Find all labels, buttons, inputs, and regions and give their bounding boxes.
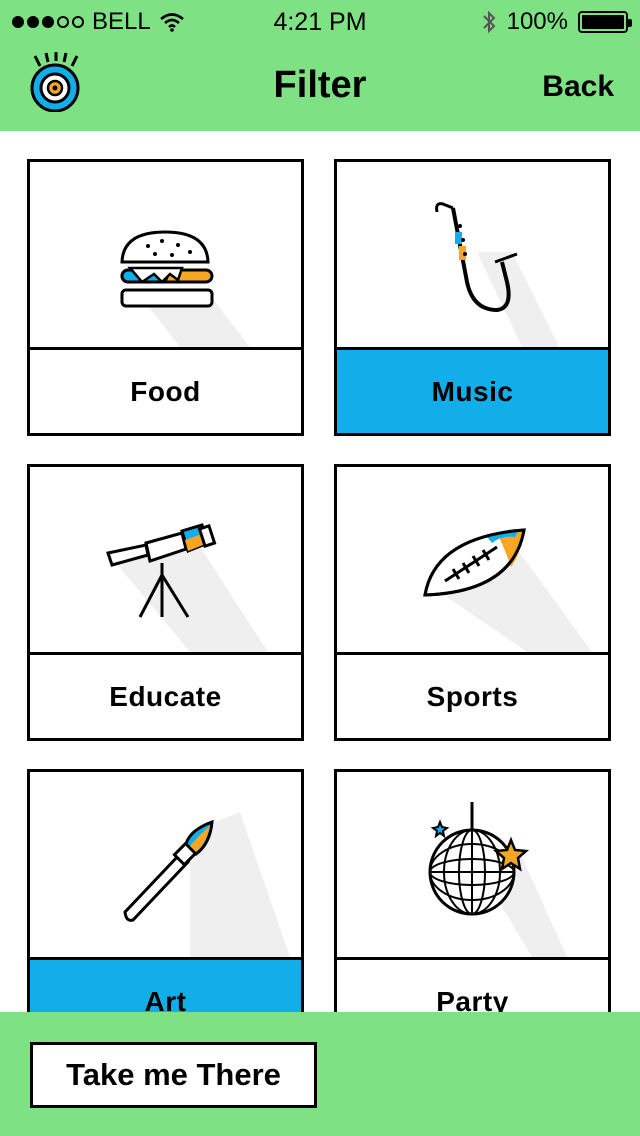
- category-label: Educate: [30, 652, 301, 738]
- burger-icon: [120, 230, 250, 347]
- top-bar: BELL 4:21 PM 100% Filter Back: [0, 0, 640, 131]
- category-card-food[interactable]: Food: [27, 159, 304, 436]
- battery-percent: 100%: [506, 8, 568, 35]
- category-label: Food: [30, 347, 301, 433]
- saxophone-icon: [435, 202, 559, 347]
- disco-ball-icon: [428, 802, 567, 957]
- battery-icon: [578, 11, 632, 33]
- back-button[interactable]: Back: [542, 70, 614, 104]
- bluetooth-icon: [482, 10, 496, 34]
- category-card-party[interactable]: Party: [334, 769, 611, 1046]
- category-label: Music: [337, 347, 608, 433]
- category-label: Sports: [337, 652, 608, 738]
- paintbrush-icon: [123, 812, 290, 957]
- category-card-art[interactable]: Art: [27, 769, 304, 1046]
- category-card-educate[interactable]: Educate: [27, 464, 304, 741]
- category-card-music[interactable]: Music: [334, 159, 611, 436]
- telescope-icon: [106, 523, 268, 652]
- football-icon: [423, 528, 592, 652]
- category-card-sports[interactable]: Sports: [334, 464, 611, 741]
- take-me-there-button[interactable]: Take me There: [30, 1042, 317, 1108]
- app-screen: BELL 4:21 PM 100% Filter Back Food Music…: [0, 0, 640, 1136]
- bottom-bar: Take me There: [0, 1012, 640, 1136]
- status-bar: BELL 4:21 PM 100%: [0, 0, 640, 40]
